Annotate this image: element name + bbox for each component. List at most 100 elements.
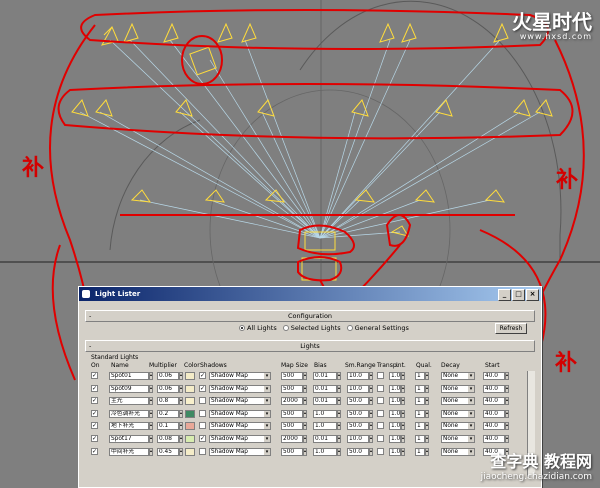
transp-checkbox[interactable] [377,409,384,417]
start-field[interactable]: 40.0 [483,397,505,406]
color-swatch[interactable] [185,409,195,418]
refresh-button[interactable]: Refresh [495,323,527,334]
shadow-select[interactable]: Shadow Map ▾ [209,435,271,443]
start-field[interactable]: 40.0 [483,384,505,393]
name-spinner[interactable]: ▴ [149,409,153,418]
qual-spinner[interactable]: ▴ [425,447,429,456]
map-size-field[interactable]: 500 [281,384,303,393]
light-lister-dialog[interactable]: Light Lister _ □ × - Configuration All L… [78,286,542,488]
qual-field[interactable]: 1 [415,447,425,456]
radio-general-settings[interactable]: General Settings [346,324,409,332]
qual-spinner[interactable]: ▴ [425,384,429,393]
dropdown-arrow-icon[interactable]: ▾ [264,448,270,455]
dropdown-arrow-icon[interactable]: ▾ [264,436,270,442]
shadow-select[interactable]: Shadow Map ▾ [209,409,271,418]
bias-spinner[interactable]: ▴ [337,409,341,418]
multiplier-field[interactable]: 0.45 [157,447,179,456]
name-spinner[interactable]: ▴ [149,435,153,443]
shadow-select[interactable]: Shadow Map ▾ [209,384,271,393]
qual-spinner[interactable]: ▴ [425,372,429,380]
int-spinner[interactable]: ▴ [401,422,405,431]
shadow-checkbox[interactable] [199,447,206,455]
qual-field[interactable]: 1 [415,397,425,406]
bias-field[interactable]: 1.0 [313,409,337,418]
multiplier-spinner[interactable]: ▴ [179,397,183,406]
bias-field[interactable]: 0.01 [313,435,337,443]
name-field[interactable]: Spot09 [109,384,149,393]
sm-range-field[interactable]: 50.0 [347,409,369,418]
shadow-checkbox[interactable]: ✓ [199,372,206,379]
multiplier-spinner[interactable]: ▴ [179,435,183,443]
decay-select[interactable]: None ▾ [441,372,475,380]
transp-checkbox[interactable] [377,372,384,379]
multiplier-field[interactable]: 0.8 [157,397,179,406]
decay-select[interactable]: None ▾ [441,447,475,456]
dropdown-arrow-icon[interactable]: ▾ [468,448,474,455]
start-field[interactable]: 40.0 [483,372,505,380]
map-size-field[interactable]: 500 [281,409,303,418]
name-field[interactable]: 主光 [109,397,149,406]
bias-spinner[interactable]: ▴ [337,397,341,406]
sm-range-field[interactable]: 10.0 [347,384,369,393]
int-spinner[interactable]: ▴ [401,435,405,443]
decay-select[interactable]: None ▾ [441,384,475,393]
on-checkbox[interactable]: ✓ [91,447,98,455]
int-field[interactable]: 1.0 [389,447,401,456]
map-size-field[interactable]: 500 [281,372,303,380]
qual-spinner[interactable]: ▴ [425,409,429,418]
color-swatch[interactable] [185,422,195,431]
qual-spinner[interactable]: ▴ [425,422,429,431]
multiplier-spinner[interactable]: ▴ [179,372,183,380]
name-spinner[interactable]: ▴ [149,397,153,406]
maximize-button[interactable]: □ [512,289,525,301]
decay-select[interactable]: None ▾ [441,397,475,406]
transp-checkbox[interactable] [377,384,384,392]
decay-select[interactable]: None ▾ [441,422,475,431]
int-field[interactable]: 1.0 [389,409,401,418]
start-spinner[interactable]: ▴ [505,372,509,380]
start-spinner[interactable]: ▴ [505,435,509,443]
name-field[interactable]: 地下补光 [109,422,149,431]
int-spinner[interactable]: ▴ [401,384,405,393]
int-spinner[interactable]: ▴ [401,397,405,406]
dropdown-arrow-icon[interactable]: ▾ [468,385,474,392]
lights-rollout[interactable]: - Lights [85,340,535,352]
qual-spinner[interactable]: ▴ [425,397,429,406]
shadow-checkbox[interactable]: ✓ [199,435,206,442]
bias-field[interactable]: 0.01 [313,384,337,393]
start-field[interactable]: 40.0 [483,409,505,418]
dropdown-arrow-icon[interactable]: ▾ [264,373,270,379]
bias-spinner[interactable]: ▴ [337,372,341,380]
dropdown-arrow-icon[interactable]: ▾ [468,423,474,430]
bias-field[interactable]: 0.01 [313,397,337,406]
multiplier-field[interactable]: 0.06 [157,384,179,393]
multiplier-spinner[interactable]: ▴ [179,384,183,393]
start-spinner[interactable]: ▴ [505,384,509,393]
on-checkbox[interactable]: ✓ [91,409,98,417]
sm-range-field[interactable]: 50.0 [347,447,369,456]
multiplier-field[interactable]: 0.1 [157,422,179,431]
dropdown-arrow-icon[interactable]: ▾ [468,373,474,379]
int-field[interactable]: 1.0 [389,372,401,380]
start-spinner[interactable]: ▴ [505,397,509,406]
name-field[interactable]: Spot01 [109,372,149,380]
transp-checkbox[interactable] [377,435,384,442]
bias-field[interactable]: 1.0 [313,447,337,456]
dropdown-arrow-icon[interactable]: ▾ [468,436,474,442]
start-field[interactable]: 40.0 [483,435,505,443]
title-bar[interactable]: Light Lister _ □ × [79,287,541,301]
shadow-select[interactable]: Shadow Map ▾ [209,422,271,431]
color-swatch[interactable] [185,435,195,443]
map-size-spinner[interactable]: ▴ [303,397,307,406]
int-spinner[interactable]: ▴ [401,372,405,380]
shadow-checkbox[interactable] [199,409,206,417]
dropdown-arrow-icon[interactable]: ▾ [264,423,270,430]
bias-spinner[interactable]: ▴ [337,447,341,456]
radio-selected-lights[interactable]: Selected Lights [282,324,341,332]
map-size-spinner[interactable]: ▴ [303,447,307,456]
name-field[interactable]: 冷色调补光 [109,409,149,418]
int-spinner[interactable]: ▴ [401,447,405,456]
sm-range-spinner[interactable]: ▴ [369,397,373,406]
dropdown-arrow-icon[interactable]: ▾ [264,398,270,405]
shadow-checkbox[interactable] [199,397,206,405]
